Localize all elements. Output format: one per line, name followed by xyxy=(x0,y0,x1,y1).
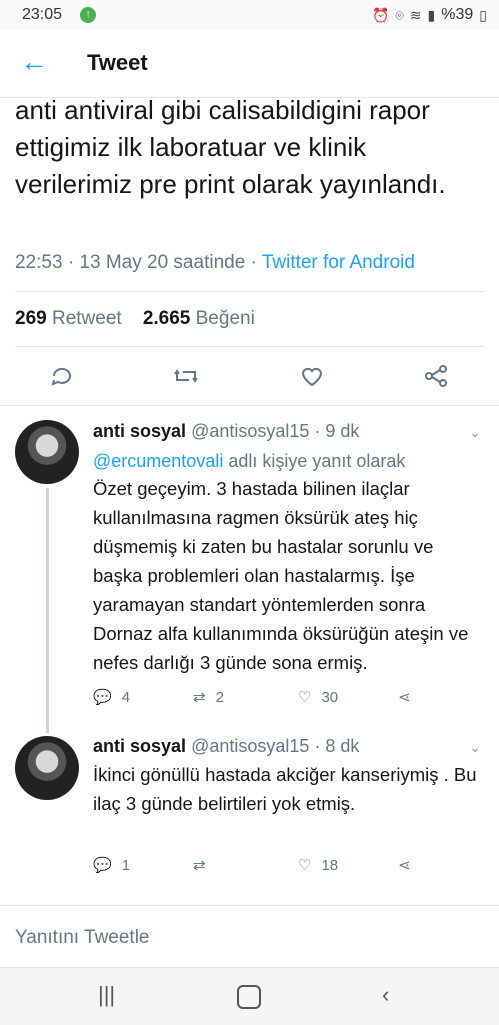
share-icon[interactable] xyxy=(420,360,452,392)
author-handle: @antisosyal15 · 8 dk xyxy=(191,736,360,756)
retweet-count[interactable]: 269 xyxy=(15,308,47,329)
mention-link[interactable]: @ercumentovali xyxy=(93,451,223,471)
retweet-label[interactable]: Retweet xyxy=(47,308,122,329)
author-handle: @antisosyal15 · 9 dk xyxy=(191,421,360,441)
like-icon[interactable] xyxy=(296,360,328,392)
app-header: ← Tweet xyxy=(0,30,499,98)
compose-placeholder[interactable]: Yanıtını Tweetle xyxy=(15,927,150,949)
tweet-timestamp: 22:53 · 13 May 20 saatinde · xyxy=(15,252,262,273)
reply-header: anti sosyal @antisosyal15 · 8 dk xyxy=(93,736,359,757)
retweet-count: 2 xyxy=(215,688,224,706)
signal-icon: ▮ xyxy=(427,6,436,23)
author-name[interactable]: anti sosyal xyxy=(93,421,186,441)
status-icons: ⏰ ⌾ ≋ ▮ %39 ▯ xyxy=(372,6,487,24)
like-count: 30 xyxy=(321,688,339,706)
retweet-icon[interactable] xyxy=(170,360,202,392)
like-icon[interactable]: ♡ xyxy=(298,688,311,706)
recent-apps-icon[interactable]: ||| xyxy=(98,982,115,1008)
reply-actions: 💬 1 ⇄ ♡ 18 ⋖ xyxy=(93,856,423,878)
tweet-meta: 22:53 · 13 May 20 saatinde · Twitter for… xyxy=(15,252,415,274)
like-label[interactable]: Beğeni xyxy=(190,308,255,329)
status-time: 23:05 xyxy=(22,6,63,23)
status-bar: 23:05 ↑ ⏰ ⌾ ≋ ▮ %39 ▯ xyxy=(0,0,499,30)
tweet-stats: 269 Retweet 2.665 Beğeni xyxy=(15,308,255,330)
tweet-text: anti antiviral gibi calisabildigini rapo… xyxy=(15,95,446,199)
battery-icon: ▯ xyxy=(479,6,487,23)
battery-level: %39 xyxy=(441,6,474,23)
share-icon[interactable]: ⋖ xyxy=(398,856,411,874)
reply-icon[interactable]: 💬 xyxy=(93,688,112,706)
retweet-icon[interactable]: ⇄ xyxy=(193,856,206,874)
wifi-icon: ≋ xyxy=(409,6,422,23)
alarm-icon: ⏰ xyxy=(371,6,390,23)
reply-context: @ercumentovali adlı kişiye yanıt olarak xyxy=(93,451,405,472)
compose-bar[interactable]: Yanıtını Tweetle xyxy=(0,905,499,968)
reply-header: anti sosyal @antisosyal15 · 9 dk xyxy=(93,421,359,442)
like-count[interactable]: 2.665 xyxy=(143,308,191,329)
reply-icon[interactable] xyxy=(46,360,78,392)
tweet-source-link[interactable]: Twitter for Android xyxy=(262,252,415,273)
system-nav-bar: ||| ‹ xyxy=(0,967,499,1025)
share-icon[interactable]: ⋖ xyxy=(398,688,411,706)
divider xyxy=(0,405,499,406)
avatar[interactable] xyxy=(15,736,79,800)
page-title: Tweet xyxy=(87,50,148,75)
reply-count: 4 xyxy=(121,688,131,706)
retweet-icon[interactable]: ⇄ xyxy=(193,688,206,706)
back-icon[interactable]: ‹ xyxy=(382,982,389,1008)
avatar[interactable] xyxy=(15,420,79,484)
reply-context-text: adlı kişiye yanıt olarak xyxy=(223,451,406,471)
like-count: 18 xyxy=(321,856,339,874)
reply-actions: 💬 4 ⇄ 2 ♡ 30 ⋖ xyxy=(93,688,423,710)
reply-count: 1 xyxy=(121,856,131,874)
back-arrow-icon[interactable]: ← xyxy=(20,48,48,76)
notification-icon: ↑ xyxy=(80,7,96,23)
chevron-down-icon[interactable]: ⌄ xyxy=(469,424,481,441)
reply-icon[interactable]: 💬 xyxy=(93,856,112,874)
divider xyxy=(15,346,484,347)
home-icon[interactable] xyxy=(237,985,261,1009)
chevron-down-icon[interactable]: ⌄ xyxy=(469,739,481,756)
reply-text: Özet geçeyim. 3 hastada bilinen ilaçlar … xyxy=(93,478,469,673)
reply-text: İkinci gönüllü hastada akciğer kanseriym… xyxy=(93,764,477,814)
location-icon: ⌾ xyxy=(395,6,404,23)
tweet-actions xyxy=(0,360,499,392)
author-name[interactable]: anti sosyal xyxy=(93,736,186,756)
like-icon[interactable]: ♡ xyxy=(298,856,311,874)
divider xyxy=(15,291,484,292)
thread-line xyxy=(46,488,49,733)
